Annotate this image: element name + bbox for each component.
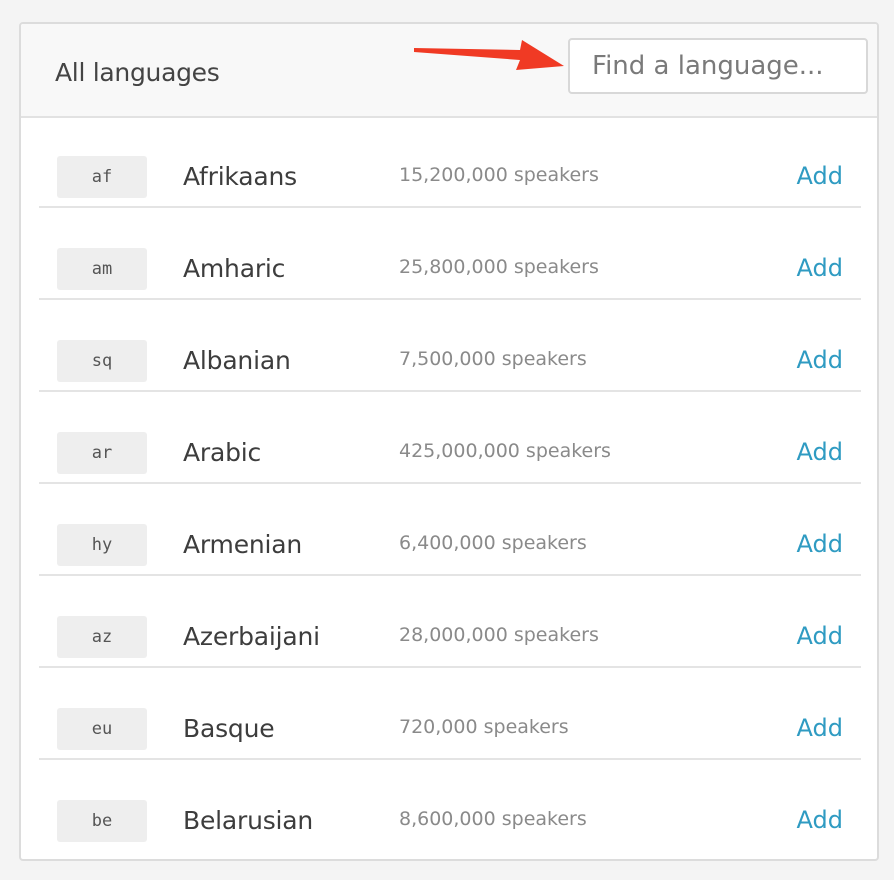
speaker-count: 25,800,000 speakers — [399, 256, 599, 278]
speaker-count: 6,400,000 speakers — [399, 532, 587, 554]
language-name: Basque — [183, 714, 275, 743]
speaker-count: 7,500,000 speakers — [399, 348, 587, 370]
language-row: ar Arabic 425,000,000 speakers Add — [39, 392, 861, 484]
language-name: Afrikaans — [183, 162, 297, 191]
language-name: Belarusian — [183, 806, 314, 835]
language-code-badge: af — [57, 156, 147, 198]
language-search-input[interactable] — [568, 38, 868, 94]
language-code-badge: az — [57, 616, 147, 658]
language-name: Albanian — [183, 346, 291, 375]
languages-panel: All languages af Afrikaans 15,200,000 sp… — [19, 22, 879, 861]
add-language-link[interactable]: Add — [797, 346, 843, 374]
language-row: hy Armenian 6,400,000 speakers Add — [39, 484, 861, 576]
language-code-badge: hy — [57, 524, 147, 566]
language-row: be Belarusian 8,600,000 speakers Add — [39, 760, 861, 852]
language-code-badge: ar — [57, 432, 147, 474]
add-language-link[interactable]: Add — [797, 806, 843, 834]
language-list: af Afrikaans 15,200,000 speakers Add am … — [39, 116, 861, 852]
language-name: Armenian — [183, 530, 303, 559]
language-name: Azerbaijani — [183, 622, 320, 651]
language-row: sq Albanian 7,500,000 speakers Add — [39, 300, 861, 392]
speaker-count: 8,600,000 speakers — [399, 808, 587, 830]
language-row: eu Basque 720,000 speakers Add — [39, 668, 861, 760]
language-row: af Afrikaans 15,200,000 speakers Add — [39, 116, 861, 208]
add-language-link[interactable]: Add — [797, 530, 843, 558]
add-language-link[interactable]: Add — [797, 438, 843, 466]
add-language-link[interactable]: Add — [797, 714, 843, 742]
annotation-arrow-icon — [414, 40, 564, 70]
language-code-badge: eu — [57, 708, 147, 750]
language-code-badge: be — [57, 800, 147, 842]
add-language-link[interactable]: Add — [797, 162, 843, 190]
language-name: Arabic — [183, 438, 262, 467]
speaker-count: 720,000 speakers — [399, 716, 569, 738]
language-code-badge: am — [57, 248, 147, 290]
add-language-link[interactable]: Add — [797, 254, 843, 282]
language-name: Amharic — [183, 254, 286, 283]
speaker-count: 425,000,000 speakers — [399, 440, 611, 462]
language-row: am Amharic 25,800,000 speakers Add — [39, 208, 861, 300]
language-code-badge: sq — [57, 340, 147, 382]
speaker-count: 15,200,000 speakers — [399, 164, 599, 186]
panel-title: All languages — [55, 58, 220, 87]
speaker-count: 28,000,000 speakers — [399, 624, 599, 646]
add-language-link[interactable]: Add — [797, 622, 843, 650]
language-row: az Azerbaijani 28,000,000 speakers Add — [39, 576, 861, 668]
